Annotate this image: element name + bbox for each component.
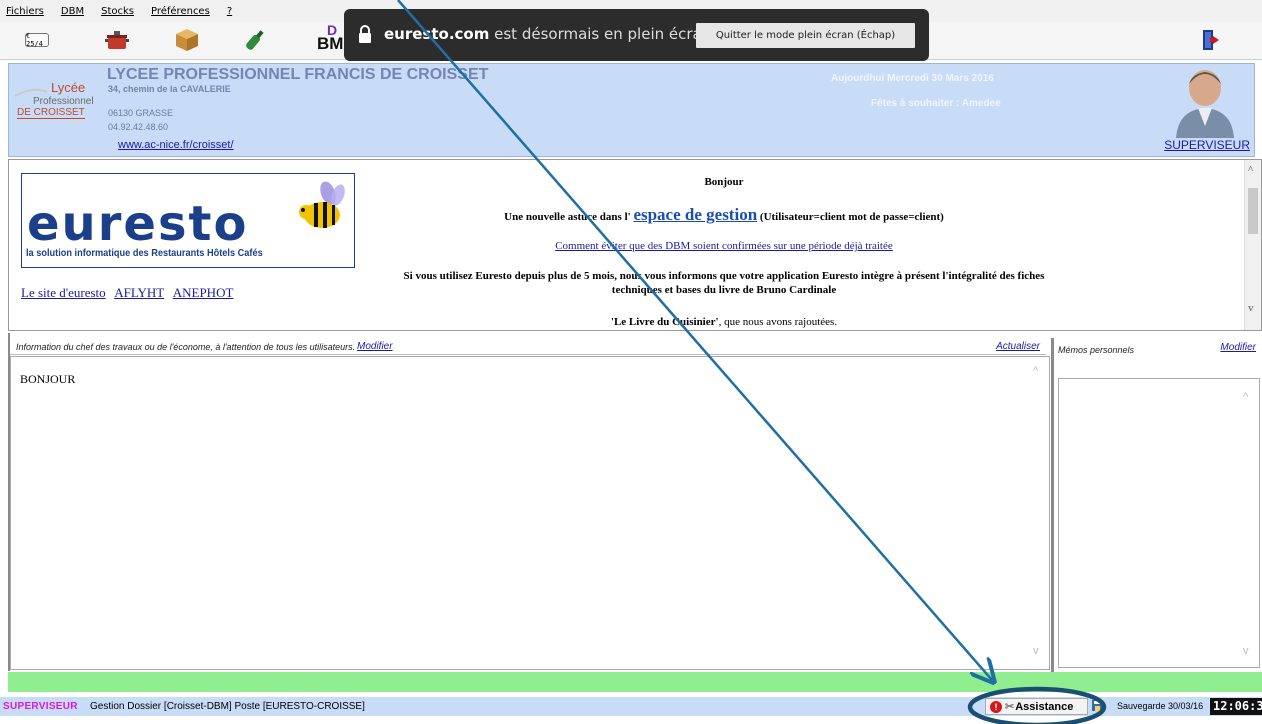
status-bar: SUPERVISEUR Gestion Dossier [Croisset-DB…	[0, 697, 1262, 716]
memo-modify-link[interactable]: Modifier	[1220, 342, 1256, 353]
news-panel: euresto la solution informatique des Res…	[8, 159, 1262, 331]
news-livre: 'Le Livre du Cuisinier', que nous avons …	[349, 316, 1099, 328]
info-modify-link[interactable]: Modifier	[357, 341, 393, 352]
scroll-down-arrow-icon[interactable]: v	[1248, 302, 1254, 314]
info-panel[interactable]: BONJOUR ^ v	[10, 356, 1050, 670]
link-aflyht[interactable]: AFLYHT	[114, 285, 164, 300]
exit-door-icon	[1203, 30, 1219, 50]
livre-suffix: , que nous avons rajoutées.	[718, 316, 838, 328]
school-address: 34, chemin de la CAVALERIE	[108, 84, 231, 94]
exit-button[interactable]	[1196, 26, 1226, 54]
bee-icon	[299, 181, 345, 228]
lycee-logo: Lycée Professionnel DE CROISSET	[13, 78, 97, 128]
fullscreen-notification: euresto.com est désormais en plein écran…	[344, 9, 929, 61]
school-website-link[interactable]: www.ac-nice.fr/croisset/	[118, 139, 234, 151]
status-user: SUPERVISEUR	[3, 701, 78, 712]
tools-icon: ✂	[1005, 701, 1015, 713]
dbm-tip-link[interactable]: Comment éviter que des DBM soient confir…	[555, 240, 893, 252]
news-dbm: Comment éviter que des DBM soient confir…	[349, 240, 1099, 252]
school-city: 06130 GRASSE	[108, 108, 174, 118]
info-label: Information du chef des travaux ou de l'…	[16, 342, 356, 352]
memo-label: Mémos personnels	[1058, 345, 1135, 355]
euresto-tagline: la solution informatique des Restaurants…	[26, 248, 263, 259]
memo-scroll-down-icon[interactable]: v	[1243, 645, 1249, 657]
calculator-icon: € 25/4	[25, 32, 49, 48]
status-dossier: Gestion Dossier [Croisset-DBM] Poste [EU…	[90, 701, 365, 712]
fete-line: Fêtes à souhaiter : Amedee	[871, 98, 1001, 109]
menu-fichiers[interactable]: Fichiers	[6, 6, 44, 17]
news-greeting: Bonjour	[704, 176, 744, 188]
news-tip: Une nouvelle astuce dans l' espace de ge…	[349, 205, 1099, 225]
link-euresto-site[interactable]: Le site d'euresto	[21, 285, 106, 300]
menu-dbm[interactable]: DBM	[61, 6, 84, 17]
euresto-logo-word: euresto	[27, 196, 249, 252]
info-text: BONJOUR	[20, 372, 76, 386]
lycee-logo-line1: Lycée	[51, 80, 86, 95]
assistance-label: Assistance	[1015, 700, 1074, 713]
status-save: Sauvegarde 30/03/16	[1117, 701, 1204, 711]
menu-stocks[interactable]: Stocks	[101, 6, 134, 17]
news-tip-prefix: Une nouvelle astuce dans l'	[504, 211, 631, 223]
status-clock: 12:06:35	[1210, 698, 1262, 715]
memo-panel[interactable]: ^ v	[1058, 378, 1260, 668]
link-anephot[interactable]: ANEPHOT	[173, 285, 234, 300]
lock-icon	[359, 25, 371, 43]
euresto-logo[interactable]: euresto la solution informatique des Res…	[21, 173, 355, 268]
bm-button[interactable]: D BM	[316, 22, 346, 54]
app-window: Fichiers DBM Stocks Préférences ? € 25/4	[0, 0, 1262, 724]
fullscreen-message: euresto.com est désormais en plein écran	[384, 25, 711, 43]
avatar	[1176, 70, 1234, 138]
green-bar	[8, 672, 1262, 692]
warning-icon: !	[990, 700, 1002, 713]
school-header: Lycée Professionnel DE CROISSET LYCEE PR…	[8, 63, 1255, 157]
bm-label: BM	[317, 34, 344, 53]
news-para-line1: Si vous utilisez Euresto depuis plus de …	[403, 270, 1045, 282]
livre-title: 'Le Livre du Cuisinier'	[610, 316, 719, 328]
info-scroll-down-icon[interactable]: v	[1033, 645, 1039, 657]
news-tip-suffix: (Utilisateur=client mot de passe=client)	[759, 211, 944, 223]
info-scroll-up-icon[interactable]: ^	[1033, 365, 1038, 377]
user-link[interactable]: SUPERVISEUR	[1164, 138, 1250, 152]
menu-help[interactable]: ?	[227, 6, 232, 17]
fullscreen-text: est désormais en plein écran	[489, 25, 712, 43]
memo-header: Mémos personnels Modifier	[1054, 339, 1258, 369]
info-header: Information du chef des travaux ou de l'…	[10, 339, 1046, 355]
fullscreen-domain: euresto.com	[384, 25, 490, 43]
scroll-up-arrow-icon[interactable]: ^	[1248, 164, 1253, 176]
scroll-thumb[interactable]	[1248, 188, 1258, 234]
cooking-pot-button[interactable]	[102, 26, 132, 54]
memo-scrollbar[interactable]: ^ v	[1243, 387, 1255, 667]
news-para-line2: techniques et bases du livre de Bruno Ca…	[611, 284, 837, 296]
info-scrollbar[interactable]: ^ v	[1033, 365, 1045, 663]
date-line: Aujourdhui Mercredi 30 Mars 2016	[831, 73, 994, 84]
cooking-pot-icon	[105, 31, 129, 49]
lycee-logo-line3: DE CROISSET	[17, 107, 85, 119]
bottle-icon	[246, 30, 264, 50]
save-icon	[1092, 700, 1103, 711]
info-refresh-link[interactable]: Actualiser	[996, 341, 1040, 352]
news-scrollbar[interactable]: ^ v	[1244, 160, 1261, 330]
menu-preferences[interactable]: Préférences	[151, 6, 210, 17]
bottle-button[interactable]	[240, 26, 270, 54]
school-name: LYCEE PROFESSIONNEL FRANCIS DE CROISSET	[107, 66, 489, 83]
box-button[interactable]	[172, 26, 202, 54]
lycee-logo-line2: Professionnel	[33, 96, 94, 107]
exit-fullscreen-button[interactable]: Quitter le mode plein écran (Échap)	[696, 23, 915, 48]
assistance-button[interactable]: ! ✂ Assistance	[985, 698, 1088, 715]
calculator-button[interactable]: € 25/4	[22, 26, 52, 54]
memo-scroll-up-icon[interactable]: ^	[1243, 391, 1248, 403]
espace-gestion-link[interactable]: espace de gestion	[633, 205, 757, 224]
right-divider	[1051, 338, 1054, 672]
partner-links: Le site d'euresto AFLYHT ANEPHOT	[21, 285, 239, 301]
box-icon	[176, 29, 198, 51]
school-phone: 04.92.42.48.60	[108, 122, 169, 132]
